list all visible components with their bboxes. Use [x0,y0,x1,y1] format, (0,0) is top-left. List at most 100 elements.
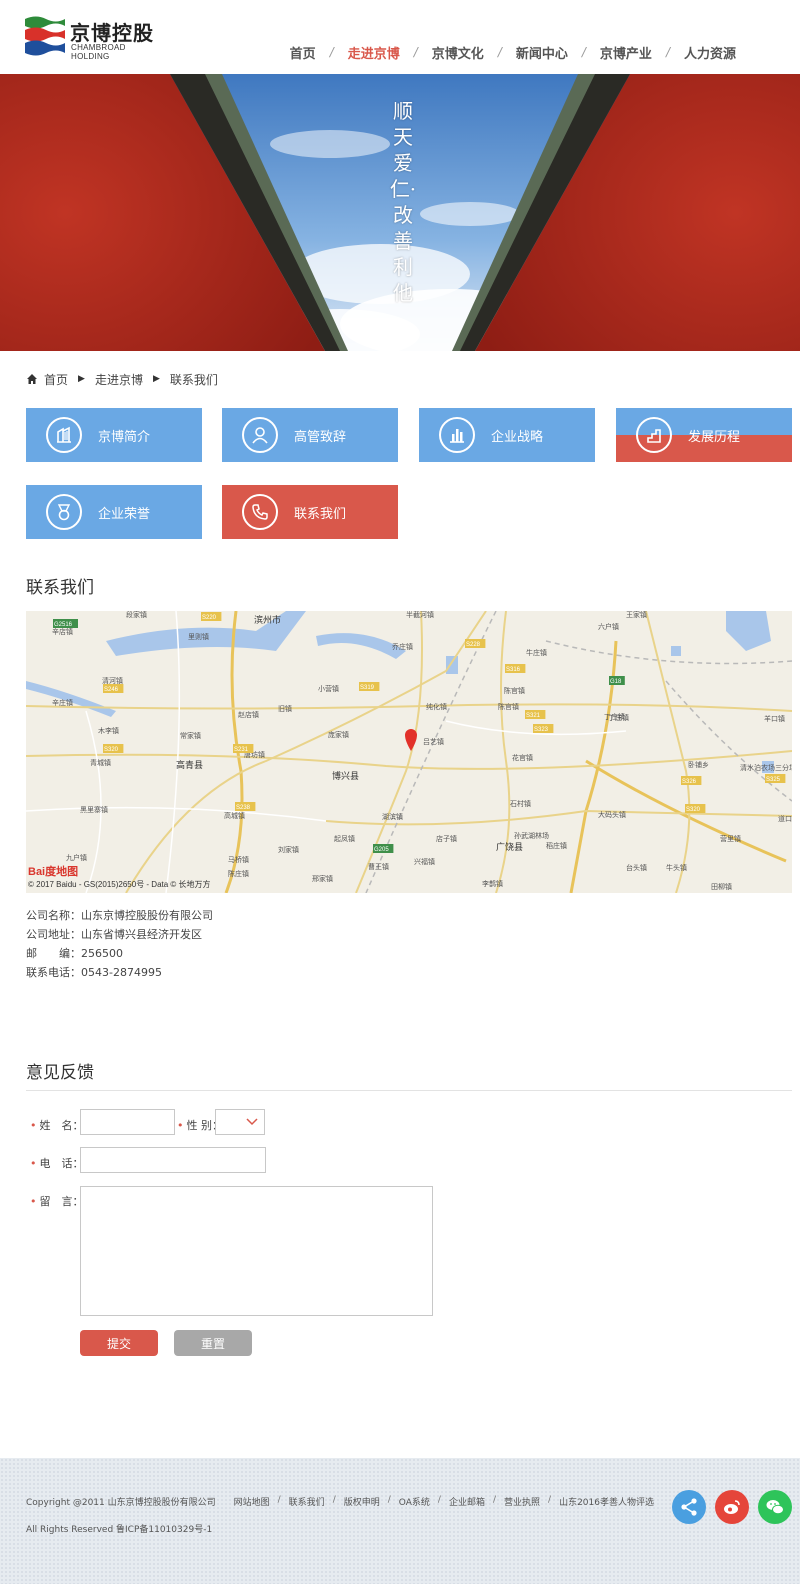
info-label: 公司名称： [26,909,81,922]
share-icon [681,1498,697,1516]
map-place-label: 羊口镇 [764,714,785,723]
home-icon [27,374,37,384]
logo[interactable]: 京博控股 CHAMBROAD HOLDING [24,15,164,61]
tile-contact-us[interactable]: 联系我们 [222,485,398,539]
map-place-label: 花官镇 [512,753,533,762]
nav-item-home[interactable]: 首页 [290,43,316,62]
map-place-label: 牛头镇 [666,863,687,872]
map-place-label: 田柳镇 [711,882,732,891]
road-label: S321 [526,713,541,719]
footer-copyright: Copyright @2011 山东京博控股股份有限公司 [26,1498,216,1508]
map-place-label: 旧镇 [278,704,292,713]
nav-item-hr[interactable]: 人力资源 [684,43,736,62]
road-label: S246 [104,687,119,693]
footer-link-license[interactable]: 营业执照 [504,1495,540,1508]
map-place-label: 起凤镇 [334,834,355,843]
road-label: G205 [374,847,389,853]
footer-link-contact[interactable]: 联系我们 [289,1495,325,1508]
tile-executive-speech[interactable]: 高管致辞 [222,408,398,462]
road-label: S228 [466,642,481,648]
nav-item-about[interactable]: 走进京博 [348,43,400,62]
breadcrumb-about[interactable]: 走进京博 [95,371,143,388]
phone-icon [242,494,278,530]
map-place-label: 木李镇 [98,726,119,735]
footer-links: Copyright @2011 山东京博控股股份有限公司 网站地图 / 联系我们… [26,1495,654,1508]
tile-history[interactable]: 发展历程 [616,408,792,462]
tile-strategy[interactable]: 企业战略 [419,408,595,462]
road-label: S316 [506,667,521,673]
contact-title: 联系我们 [26,578,94,598]
map-place-label: 丁庄镇 [604,712,625,721]
nav-item-news[interactable]: 新闻中心 [516,43,568,62]
footer-link-copyright[interactable]: 版权申明 [344,1495,380,1508]
weibo-button[interactable] [715,1490,749,1524]
footer-link-award[interactable]: 山东2016孝善人物评选 [559,1495,654,1508]
road-label: G18 [610,679,622,685]
tile-label: 联系我们 [294,506,347,522]
breadcrumb-current: 联系我们 [169,372,218,387]
info-row-postcode: 邮 编： 256500 [26,944,213,963]
map-place-label: 清河镇 [102,676,123,685]
map-place-label: 纯化镇 [426,702,447,711]
footer-link-oa[interactable]: OA系统 [399,1495,430,1508]
nav-separator: / [329,45,334,59]
map-place-label: 辛店镇 [52,627,73,636]
map-place-label: 马桥镇 [228,855,249,864]
location-map[interactable]: 滨州市 博兴县 高青县 广饶县 湖滨镇 吕艺镇 乔庄镇 纯化镇 陈官镇 丁庄镇 六户镇 石村镇 店子镇兴… [26,611,792,893]
tile-introduction[interactable]: 京博简介 [26,408,202,462]
tile-label: 企业战略 [491,429,544,445]
map-place-label: 段家镇 [126,611,147,619]
breadcrumb-separator-icon: ▶ [78,374,85,384]
contact-info: 公司名称： 山东京博控股股份有限公司 公司地址： 山东省博兴县经济开发区 邮 编… [26,906,213,982]
section-divider [26,1090,792,1091]
name-input[interactable] [80,1109,175,1135]
name-label: • 姓 名： [30,1119,84,1132]
map-place-label: 常家镇 [180,731,201,740]
submit-button[interactable]: 提交 [80,1330,158,1356]
map-place-label: 九户镇 [66,853,87,862]
map-place-label: 李鹊镇 [482,879,503,888]
map-place-label: 孙武湖林场 [514,831,549,840]
nav-separator: / [581,45,586,59]
map-place-label: 石村镇 [510,799,531,808]
phone-input[interactable] [80,1147,266,1173]
message-textarea[interactable] [80,1186,433,1316]
road-label: S323 [534,727,549,733]
map-place-label: 青城镇 [90,758,111,767]
info-row-phone: 联系电话： 0543-2874995 [26,963,213,982]
wechat-icon [766,1500,784,1515]
info-value: 256500 [81,947,123,960]
map-place-label: 陈官镇 [504,686,525,695]
tile-honors[interactable]: 企业荣誉 [26,485,202,539]
road-label: S238 [236,805,251,811]
map-place-label: 吕艺镇 [423,737,444,746]
map-place-label: 刘家镇 [278,845,299,854]
feedback-title: 意见反馈 [26,1063,94,1083]
nav-item-industry[interactable]: 京博产业 [600,43,652,62]
map-place-label: 高青县 [176,759,203,770]
map-place-label: 六户镇 [598,622,619,631]
map-place-label: 兴福镇 [414,857,435,866]
gender-select[interactable] [215,1109,265,1135]
map-place-label: 王家镇 [626,611,647,619]
breadcrumb-home[interactable]: 首页 [44,371,68,388]
logo-subtitle: CHAMBROAD HOLDING [71,43,126,61]
nav-separator: / [413,45,418,59]
phone-label: • 电 话： [30,1157,84,1170]
info-value: 0543-2874995 [81,966,162,979]
share-button[interactable] [672,1490,706,1524]
footer-separator: / [437,1495,441,1505]
nav-item-culture[interactable]: 京博文化 [432,43,484,62]
wechat-button[interactable] [758,1490,792,1524]
footer-link-email[interactable]: 企业邮箱 [449,1495,485,1508]
map-place-label: 卧铺乡 [688,760,709,769]
footer-link-sitemap[interactable]: 网站地图 [234,1495,270,1508]
info-label: 公司地址： [26,928,81,941]
building-icon [46,417,82,453]
map-place-label: 高城镇 [224,811,245,820]
reset-button[interactable]: 重置 [174,1330,252,1356]
map-place-label: 庞家镇 [328,730,349,739]
nav-separator: / [497,45,502,59]
tile-label: 京博简介 [98,429,151,445]
map-canvas[interactable]: 滨州市博兴县 高青县广饶县 湖滨镇 吕艺镇 乔庄镇纯化镇 陈官镇丁庄镇 六户镇石村镇店子镇兴… [26,611,792,893]
